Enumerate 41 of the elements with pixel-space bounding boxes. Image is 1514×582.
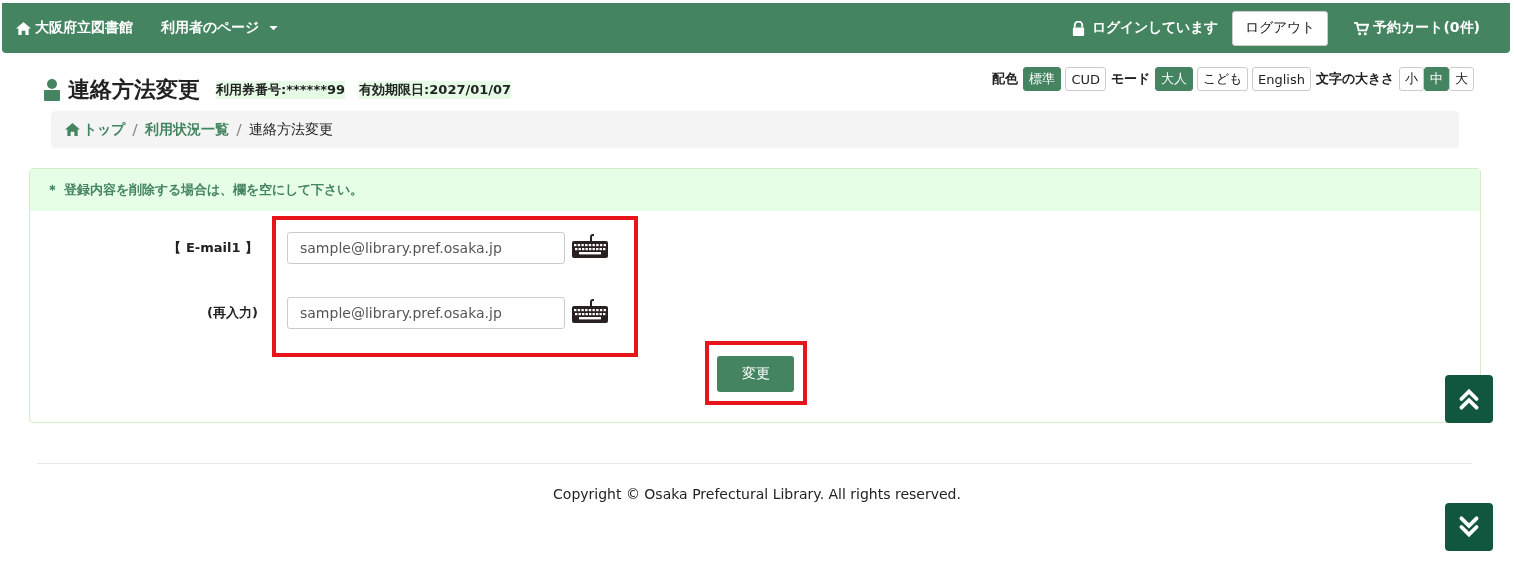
option-button[interactable]: 大 [1449, 67, 1474, 91]
home-icon [65, 122, 80, 137]
email-field[interactable]: sample@library.pref.osaka.jp [287, 232, 565, 264]
user-icon [44, 79, 60, 101]
separator-icon [131, 122, 139, 137]
breadcrumb-link[interactable]: 利用状況一覧 [145, 120, 229, 139]
keyboard-icon[interactable] [571, 233, 609, 259]
home-link[interactable]: 大阪府立図書館 [16, 19, 133, 37]
separator-icon [235, 122, 243, 137]
user-menu[interactable]: 利用者のページ [161, 19, 278, 37]
scroll-bottom-button[interactable] [1445, 503, 1493, 551]
card-number: 利用券番号:******99 [216, 81, 346, 99]
scroll-top-button[interactable] [1445, 375, 1493, 423]
logout-button[interactable]: ログアウト [1232, 10, 1329, 46]
expiry-date: 有効期限日:2027/01/07 [359, 81, 512, 99]
email-field[interactable]: sample@library.pref.osaka.jp [287, 297, 565, 329]
page-title: 連絡方法変更 [68, 76, 200, 104]
submit-button[interactable]: 変更 [717, 356, 794, 392]
breadcrumb-link[interactable]: トップ [65, 120, 125, 139]
notice-text: ＊ 登録内容を削除する場合は、欄を空にして下さい。 [46, 181, 363, 199]
breadcrumb-current: 連絡方法変更 [249, 120, 333, 139]
option-button[interactable]: 大人 [1155, 67, 1194, 91]
cart-link[interactable]: 予約カート(0件) [1354, 19, 1480, 37]
caret-icon [269, 25, 278, 31]
copyright-text: Copyright © Osaka Prefectural Library. All rights reserved. [552, 486, 962, 502]
option-button[interactable]: 中 [1424, 67, 1449, 91]
cart-icon [1354, 20, 1370, 36]
login-status: ログインしています [1092, 19, 1219, 37]
home-icon [16, 20, 31, 36]
field-label: (再入力) [206, 304, 258, 322]
setting-label: 配色 [992, 70, 1019, 88]
option-button[interactable]: English [1252, 67, 1311, 91]
field-label: 【 E-mail1 】 [167, 239, 258, 257]
option-button[interactable]: 小 [1399, 67, 1424, 91]
keyboard-icon[interactable] [571, 298, 609, 324]
option-button[interactable]: 標準 [1023, 67, 1062, 91]
option-button[interactable]: CUD [1065, 67, 1107, 91]
setting-label: 文字の大きさ [1316, 70, 1394, 88]
lock-icon [1071, 20, 1087, 36]
option-button[interactable]: こども [1197, 67, 1249, 91]
setting-label: モード [1111, 70, 1151, 88]
